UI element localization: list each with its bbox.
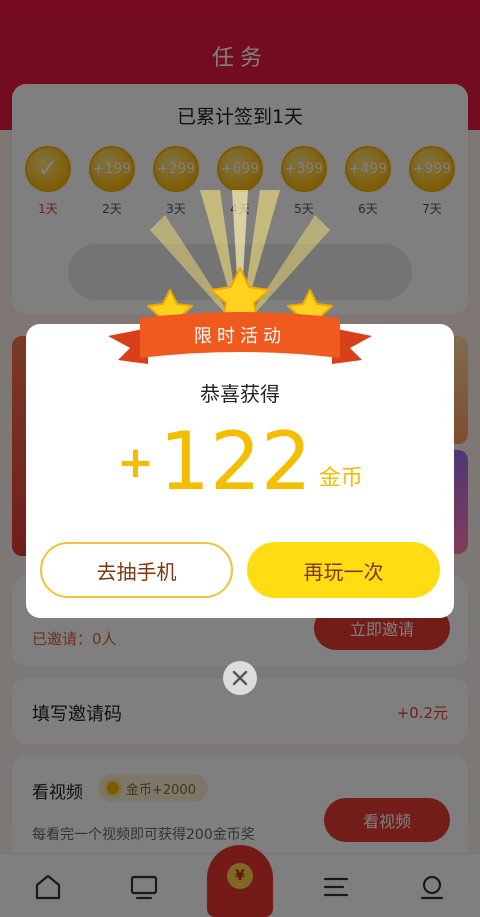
amount-unit: 金币: [318, 466, 363, 491]
ribbon-label: 限时活动: [194, 326, 286, 347]
play-again-button[interactable]: 再玩一次: [247, 542, 440, 598]
close-icon: [232, 670, 248, 686]
congrats-text: 恭喜获得: [200, 382, 280, 406]
close-button[interactable]: [223, 661, 257, 695]
reward-amount: + 122 金币: [26, 414, 454, 510]
draw-phone-button[interactable]: 去抽手机: [40, 542, 233, 598]
amount-value: 122: [159, 415, 312, 508]
plus-sign: +: [117, 437, 154, 488]
